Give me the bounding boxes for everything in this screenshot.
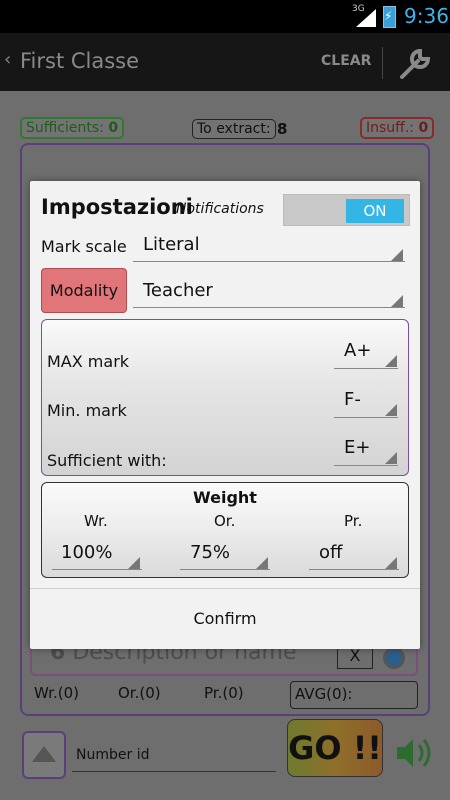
wrench-icon[interactable] bbox=[396, 43, 436, 83]
modality-spinner[interactable]: Teacher bbox=[143, 280, 213, 301]
back-chevron-icon[interactable]: ‹ bbox=[4, 49, 11, 70]
weight-title: Weight bbox=[193, 488, 257, 507]
max-mark-label: MAX mark bbox=[47, 352, 130, 371]
notifications-toggle[interactable]: ON bbox=[283, 194, 410, 226]
sufficient-with-underline bbox=[334, 465, 398, 466]
written-weight-spinner[interactable]: 100% bbox=[61, 542, 112, 563]
sufficients-count: 0 bbox=[108, 120, 119, 136]
number-id-underline bbox=[72, 771, 276, 772]
max-mark-spinner[interactable]: A+ bbox=[344, 340, 371, 361]
dialog-title: Impostazioni bbox=[41, 195, 193, 219]
toggle-on-indicator: ON bbox=[346, 199, 404, 223]
oral-count: Or.(0) bbox=[118, 684, 161, 702]
dialog-divider bbox=[30, 588, 420, 589]
written-weight-underline bbox=[52, 569, 142, 570]
to-extract-badge: To extract: bbox=[192, 119, 276, 139]
speaker-icon[interactable] bbox=[395, 735, 435, 771]
min-mark-spinner[interactable]: F- bbox=[344, 389, 361, 410]
practical-weight-underline bbox=[309, 569, 399, 570]
written-weight-label: Wr. bbox=[84, 512, 108, 530]
max-mark-underline bbox=[334, 368, 398, 369]
clock: 9:36 bbox=[404, 4, 449, 28]
clear-button[interactable]: CLEAR bbox=[321, 53, 371, 69]
min-mark-label: Min. mark bbox=[47, 401, 127, 420]
insufficients-count: 0 bbox=[418, 120, 429, 136]
min-mark-underline bbox=[334, 417, 398, 418]
marks-range-box: MAX mark A+ Min. mark F- Sufficient with… bbox=[41, 319, 409, 476]
battery-charging-icon bbox=[383, 6, 396, 28]
written-count: Wr.(0) bbox=[34, 684, 79, 702]
to-extract-label: To extract: bbox=[197, 121, 271, 137]
dropdown-arrow-icon bbox=[385, 404, 397, 416]
oral-weight-spinner[interactable]: 75% bbox=[190, 542, 230, 563]
modality-button[interactable]: Modality bbox=[41, 268, 127, 313]
dropdown-arrow-icon bbox=[128, 557, 140, 569]
practical-weight-label: Pr. bbox=[344, 512, 363, 530]
sufficients-label: Sufficients: bbox=[26, 120, 104, 136]
insufficients-label: Insuff.: bbox=[366, 120, 414, 136]
mark-scale-label: Mark scale bbox=[41, 237, 127, 256]
settings-dialog: Impostazioni Notifications ON Mark scale… bbox=[30, 181, 420, 649]
sufficients-badge: Sufficients: 0 bbox=[20, 117, 125, 139]
oral-weight-label: Or. bbox=[214, 512, 236, 530]
status-bar: 3G 9:36 bbox=[0, 0, 450, 33]
dropdown-arrow-icon bbox=[385, 557, 397, 569]
dropdown-arrow-icon bbox=[385, 452, 397, 464]
weight-box: Weight Wr. 100% Or. 75% Pr. off bbox=[41, 482, 409, 578]
average-label: AVG(0): bbox=[295, 685, 353, 703]
dropdown-arrow-icon bbox=[385, 355, 397, 367]
action-divider bbox=[382, 47, 383, 79]
practical-count: Pr.(0) bbox=[204, 684, 244, 702]
dropdown-arrow-icon bbox=[391, 249, 403, 261]
go-button[interactable]: GO !! bbox=[287, 719, 383, 777]
practical-weight-spinner[interactable]: off bbox=[319, 542, 342, 563]
class-title[interactable]: First Classe bbox=[20, 49, 139, 73]
select-radio[interactable] bbox=[383, 647, 405, 669]
notifications-label: Notifications bbox=[176, 201, 264, 217]
oral-weight-underline bbox=[180, 569, 270, 570]
sufficient-with-spinner[interactable]: E+ bbox=[344, 437, 370, 458]
modality-underline bbox=[133, 307, 405, 308]
action-bar: ‹ First Classe CLEAR bbox=[0, 33, 450, 91]
average-box: AVG(0): bbox=[290, 681, 418, 709]
to-extract-count: 8 bbox=[277, 120, 288, 138]
signal-icon bbox=[356, 9, 376, 27]
confirm-button[interactable]: Confirm bbox=[30, 599, 420, 639]
dropdown-arrow-icon bbox=[391, 295, 403, 307]
up-arrow-button[interactable] bbox=[22, 731, 66, 779]
sufficient-with-label: Sufficient with: bbox=[47, 451, 167, 470]
number-id-input[interactable]: Number id bbox=[76, 747, 149, 763]
mark-scale-spinner[interactable]: Literal bbox=[143, 234, 200, 255]
insufficients-badge: Insuff.: 0 bbox=[360, 117, 435, 139]
dropdown-arrow-icon bbox=[256, 557, 268, 569]
mark-scale-underline bbox=[133, 261, 405, 262]
